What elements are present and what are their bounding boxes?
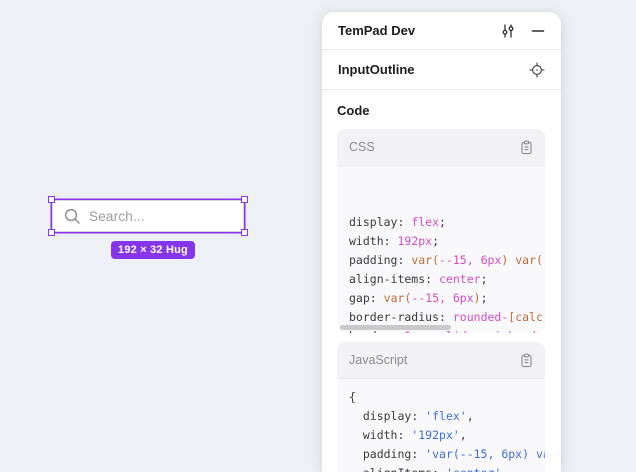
magnifier-icon bbox=[64, 208, 81, 225]
clipboard-icon bbox=[519, 353, 534, 368]
code-line: gap: var(--15, 6px); bbox=[349, 289, 545, 308]
selection-handle-top-right[interactable] bbox=[241, 196, 248, 203]
crosshair-target-icon bbox=[529, 62, 545, 78]
selection-handle-bottom-left[interactable] bbox=[48, 229, 55, 236]
code-line: padding: 'var(--15, 6px) var(--25, 8px)'… bbox=[349, 445, 545, 464]
code-line: width: 192px; bbox=[349, 232, 545, 251]
locate-component-button[interactable] bbox=[528, 61, 546, 79]
code-line: align-items: center; bbox=[349, 270, 545, 289]
code-line: width: '192px', bbox=[349, 426, 545, 445]
css-code-area[interactable]: display: flex;width: 192px;padding: var(… bbox=[337, 166, 545, 333]
code-section-label: Code bbox=[337, 103, 545, 118]
plugin-header: TemPad Dev bbox=[322, 12, 561, 49]
size-badge: 192 × 32 Hug bbox=[111, 241, 195, 259]
code-line: { bbox=[349, 388, 545, 407]
selection-handle-bottom-right[interactable] bbox=[241, 229, 248, 236]
selected-component-name: InputOutline bbox=[338, 62, 528, 77]
code-line: alignItems: 'center', bbox=[349, 464, 545, 472]
tempad-dev-plugin-panel: TemPad Dev bbox=[322, 12, 561, 472]
css-block-header: CSS bbox=[337, 129, 545, 166]
selection-handle-top-left[interactable] bbox=[48, 196, 55, 203]
javascript-code-area[interactable]: { display: 'flex', width: '192px', paddi… bbox=[337, 379, 545, 472]
clipboard-icon bbox=[519, 140, 534, 155]
copy-javascript-button[interactable] bbox=[517, 351, 535, 369]
css-code-block: CSS display: flex;width: 192px;padding: … bbox=[337, 129, 545, 333]
minimize-button[interactable] bbox=[529, 22, 547, 40]
javascript-block-label: JavaScript bbox=[349, 353, 517, 367]
panel-body: Code CSS display: flex;wid bbox=[322, 90, 561, 472]
horizontal-scrollbar[interactable] bbox=[340, 325, 451, 330]
code-line: display: flex; bbox=[349, 213, 545, 232]
javascript-code-block: JavaScript { display: 'flex', width: '19… bbox=[337, 342, 545, 472]
minus-icon bbox=[531, 24, 545, 38]
javascript-block-header: JavaScript bbox=[337, 342, 545, 379]
code-line: padding: var(--15, 6px) var(--25, 8px); bbox=[349, 251, 545, 270]
search-input-component[interactable]: Search... bbox=[52, 200, 244, 232]
sliders-icon bbox=[500, 23, 516, 39]
css-block-label: CSS bbox=[349, 140, 517, 154]
preferences-button[interactable] bbox=[499, 22, 517, 40]
selected-component-row: InputOutline bbox=[322, 50, 561, 89]
copy-css-button[interactable] bbox=[517, 138, 535, 156]
plugin-title: TemPad Dev bbox=[338, 23, 499, 38]
code-line: display: 'flex', bbox=[349, 407, 545, 426]
search-placeholder: Search... bbox=[89, 209, 145, 224]
